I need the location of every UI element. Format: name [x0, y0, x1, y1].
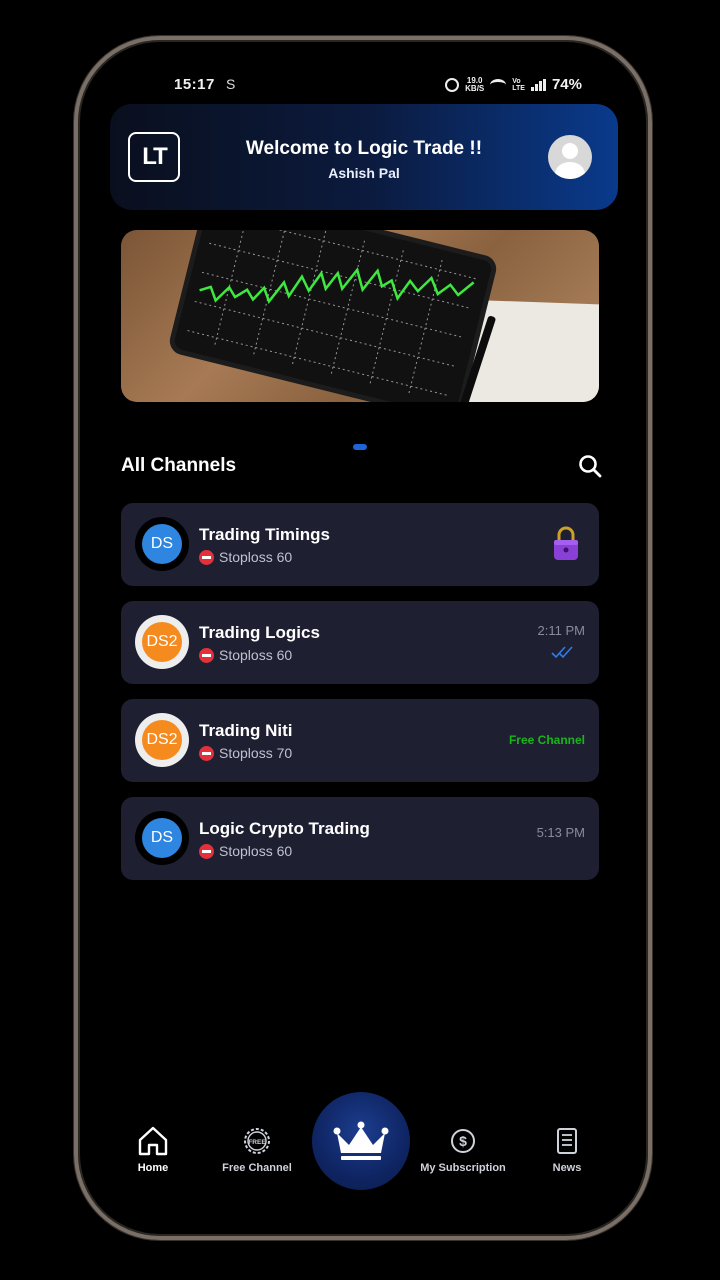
nav-home[interactable]: Home [98, 1124, 208, 1174]
signal-icon [530, 78, 546, 91]
search-icon[interactable] [578, 454, 602, 478]
channel-initials: DS2 [142, 720, 182, 760]
profile-avatar[interactable] [548, 135, 592, 179]
channel-subtitle: Stoploss 60 [199, 647, 292, 663]
bottom-navigation: Home FREE Free Channel $ My Subscription… [82, 1092, 644, 1192]
wifi-icon [490, 78, 507, 91]
home-icon [138, 1126, 168, 1156]
nav-news-label: News [552, 1162, 582, 1174]
no-entry-icon [199, 843, 214, 859]
channel-initials: DS [142, 524, 182, 564]
welcome-title: Welcome to Logic Trade !! [245, 138, 483, 159]
channel-subtitle: Stoploss 60 [199, 843, 292, 859]
channel-subtitle: Stoploss 70 [199, 745, 292, 761]
channel-name: Trading Timings [199, 525, 330, 544]
channel-name: Logic Crypto Trading [199, 819, 370, 838]
app-screen: 15:17 S 19.0 KB/S Vo LTE 74% LT Welcome … [82, 44, 644, 1232]
status-time: 15:17 [174, 76, 215, 93]
welcome-header: LT Welcome to Logic Trade !! Ashish Pal [110, 104, 618, 210]
channel-avatar: DS2 [135, 713, 189, 767]
status-s-icon: S [226, 76, 236, 92]
channel-avatar: DS [135, 811, 189, 865]
crown-icon [333, 1121, 389, 1160]
channel-avatar: DS [135, 517, 189, 571]
channel-name: Trading Niti [199, 721, 293, 740]
banner-image[interactable] [121, 230, 599, 402]
channel-card-trading-niti[interactable]: DS2 Trading Niti Stoploss 70 Free Channe… [121, 699, 599, 782]
channel-time: 5:13 PM [536, 825, 585, 840]
free-channel-tag: Free Channel [508, 733, 585, 747]
no-entry-icon [199, 647, 214, 663]
channel-name: Trading Logics [199, 623, 320, 642]
channel-subtitle-text: Stoploss 60 [219, 647, 293, 663]
channel-subtitle: Stoploss 60 [199, 549, 292, 565]
free-badge-icon: FREE [244, 1128, 270, 1154]
free-badge-text: FREE [248, 1139, 266, 1146]
channel-time: 2:11 PM [537, 623, 585, 638]
dollar-circle-icon: $ [451, 1129, 475, 1153]
channel-initials: DS2 [142, 622, 182, 662]
alarm-icon [445, 77, 460, 92]
status-right-icons: 19.0 KB/S Vo LTE 74% [445, 76, 582, 93]
channel-card-logic-crypto-trading[interactable]: DS Logic Crypto Trading Stoploss 60 5:13… [121, 797, 599, 880]
news-icon [557, 1128, 577, 1154]
channel-subtitle-text: Stoploss 60 [219, 843, 293, 859]
premium-crown-button[interactable] [312, 1092, 410, 1190]
nav-home-label: Home [137, 1162, 169, 1174]
user-name: Ashish Pal [328, 165, 400, 181]
channel-card-trading-timings[interactable]: DS Trading Timings Stoploss 60 [121, 503, 599, 586]
nav-news[interactable]: News [512, 1124, 622, 1174]
channel-subtitle-text: Stoploss 70 [219, 745, 293, 761]
nav-my-subscription-label: My Subscription [420, 1162, 506, 1174]
no-entry-icon [199, 745, 214, 761]
banner-tablet-chart [166, 230, 500, 402]
carousel-indicator[interactable] [353, 444, 367, 450]
channel-avatar: DS2 [135, 615, 189, 669]
nav-free-channel-label: Free Channel [222, 1162, 292, 1174]
double-check-icon [551, 646, 573, 659]
svg-text:$: $ [459, 1133, 467, 1149]
battery-level: 74% [551, 76, 582, 93]
network-speed: 19.0 KB/S [465, 75, 485, 93]
section-title: All Channels [121, 455, 237, 476]
channel-subtitle-text: Stoploss 60 [219, 549, 293, 565]
status-bar: 15:17 S 19.0 KB/S Vo LTE 74% [82, 74, 644, 98]
no-entry-icon [199, 549, 214, 565]
nav-my-subscription[interactable]: $ My Subscription [408, 1124, 518, 1174]
channel-card-trading-logics[interactable]: DS2 Trading Logics Stoploss 60 2:11 PM [121, 601, 599, 684]
lock-icon [554, 526, 578, 560]
volte-icon: Vo LTE [512, 77, 525, 92]
nav-free-channel[interactable]: FREE Free Channel [202, 1124, 312, 1174]
channel-initials: DS [142, 818, 182, 858]
